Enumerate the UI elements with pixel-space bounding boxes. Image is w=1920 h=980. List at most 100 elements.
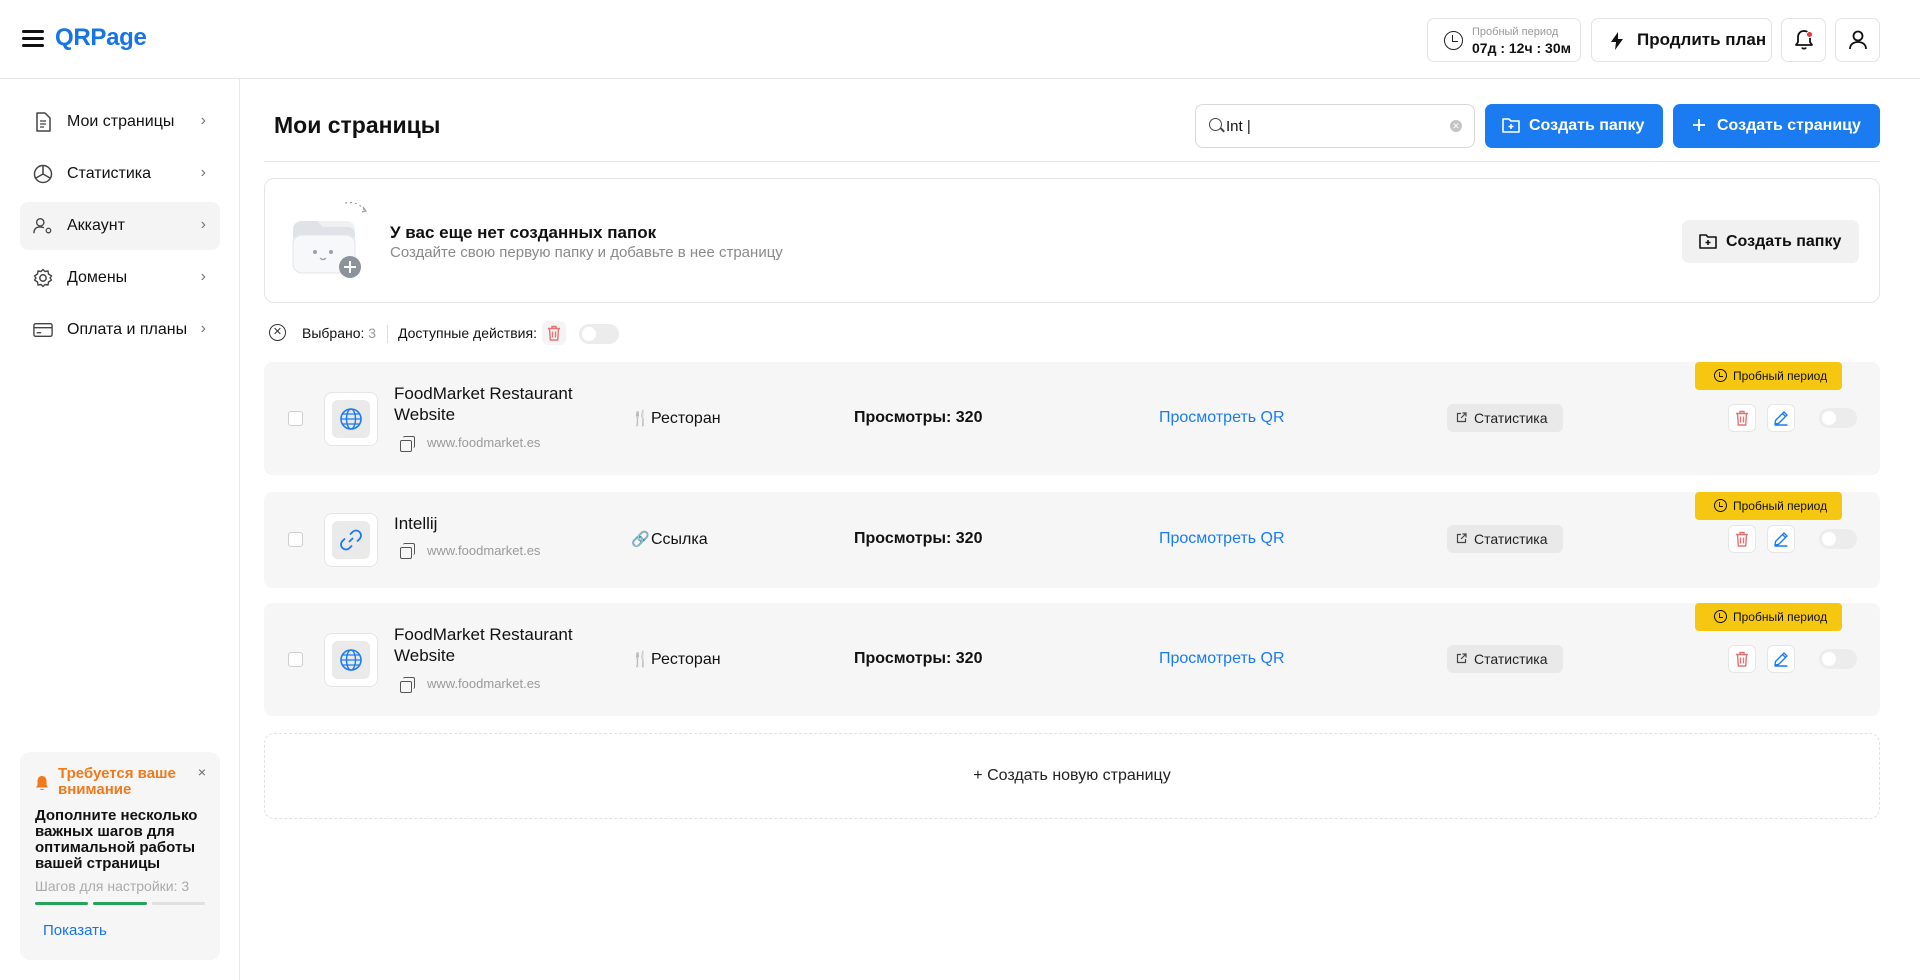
statistics-button[interactable]: Статистика [1447,404,1563,432]
create-page-button[interactable]: Создать страницу [1673,104,1880,148]
copy-icon[interactable] [400,436,415,452]
edit-button[interactable] [1767,404,1795,432]
trial-badge: Пробный период [1695,603,1842,631]
sidebar-item-my-pages[interactable]: Мои страницы › [20,98,220,146]
user-settings-icon [33,216,53,236]
empty-folders-subtitle: Создайте свою первую папку и добавьте в … [390,244,783,261]
timer-icon [1714,499,1727,512]
chevron-right-icon: › [200,164,206,181]
delete-button[interactable] [1728,404,1756,432]
user-icon [1849,30,1867,50]
page-url: www.foodmarket.es [427,543,541,558]
statistics-label: Статистика [1474,651,1548,667]
pencil-icon [1774,652,1788,667]
progress-segment [35,902,89,905]
clear-icon[interactable]: ✕ [1450,120,1462,132]
globe-icon [340,649,362,671]
link-icon: 🔗 [631,531,650,548]
view-qr-link[interactable]: Просмотреть QR [1159,530,1285,548]
statistics-button[interactable]: Статистика [1447,525,1563,553]
chevron-right-icon: › [200,320,206,337]
trial-badge-label: Пробный период [1733,369,1828,383]
row-toggle[interactable] [1819,649,1857,669]
bulk-toggle[interactable] [579,324,619,344]
chevron-right-icon: › [200,112,206,129]
attention-title: Требуется ваше внимание [58,765,176,798]
create-new-page-button[interactable]: + Создать новую страницу [264,733,1880,819]
statistics-label: Статистика [1474,410,1548,426]
gear-icon [33,268,53,288]
row-toggle[interactable] [1819,529,1857,549]
create-page-label: Создать страницу [1717,117,1861,134]
page-url: www.foodmarket.es [427,676,541,691]
row-checkbox[interactable] [288,411,303,426]
logo[interactable]: QRPage [55,24,147,52]
delete-button[interactable] [1728,645,1756,673]
trash-icon [1736,651,1748,667]
copy-icon[interactable] [400,677,415,693]
external-link-icon [1456,533,1467,544]
progress-segment [93,902,147,905]
globe-icon [340,408,362,430]
pencil-icon [1774,411,1788,426]
attention-steps: Шагов для настройки: 3 [35,878,190,894]
delete-button[interactable] [1728,525,1756,553]
sidebar-item-label: Оплата и планы [67,321,188,338]
divider [387,325,388,343]
statistics-button[interactable]: Статистика [1447,645,1563,673]
cutlery-icon: 🍴 [631,651,650,668]
sidebar: Мои страницы › Статистика › Аккаунт › До… [0,79,240,980]
page-name[interactable]: FoodMarket Restaurant Website [394,624,594,666]
copy-icon[interactable] [400,543,415,559]
profile-button[interactable] [1835,18,1880,62]
folder-plus-icon [1699,234,1717,249]
sidebar-item-statistics[interactable]: Статистика › [20,150,220,198]
page-type: 🍴Ресторан [631,410,721,427]
page-row[interactable]: Intellij www.foodmarket.es 🔗Ссылка Просм… [264,492,1880,588]
trial-badge-label: Пробный период [1733,610,1828,624]
chevron-right-icon: › [200,216,206,233]
create-folder-secondary-button[interactable]: Создать папку [1682,220,1859,263]
search-input[interactable] [1226,114,1436,138]
page-type: 🍴Ресторан [631,651,721,668]
menu-icon[interactable] [22,30,44,48]
create-folder-button[interactable]: Создать папку [1485,104,1663,148]
notifications-button[interactable] [1781,18,1826,62]
plus-icon [1693,119,1705,131]
sidebar-item-label: Мои страницы [67,113,175,130]
view-qr-link[interactable]: Просмотреть QR [1159,409,1285,427]
row-checkbox[interactable] [288,652,303,667]
page-name[interactable]: Intellij [394,513,594,534]
edit-button[interactable] [1767,645,1795,673]
sidebar-item-domains[interactable]: Домены › [20,254,220,302]
page-name[interactable]: FoodMarket Restaurant Website [394,383,594,425]
extend-plan-button[interactable]: Продлить план [1591,18,1772,62]
search-field[interactable]: ✕ [1195,104,1475,148]
row-toggle[interactable] [1819,408,1857,428]
trash-icon [1736,531,1748,547]
show-link[interactable]: Показать [43,922,107,939]
page-url: www.foodmarket.es [427,435,541,450]
page-row[interactable]: FoodMarket Restaurant Website www.foodma… [264,362,1880,475]
statistics-label: Статистика [1474,531,1548,547]
sidebar-item-account[interactable]: Аккаунт › [20,202,220,250]
create-folder-label: Создать папку [1529,117,1645,134]
row-checkbox[interactable] [288,532,303,547]
attention-text: Дополните несколько важных шагов для опт… [35,807,198,872]
external-link-icon [1456,653,1467,664]
folder-illustration [292,201,368,278]
create-folder-secondary-label: Создать папку [1726,232,1842,250]
sidebar-item-billing[interactable]: Оплата и планы › [20,306,220,354]
empty-folders-title: У вас еще нет созданных папок [390,223,657,242]
edit-button[interactable] [1767,525,1795,553]
trial-countdown: 07д : 12ч : 30м [1472,40,1571,56]
page-row[interactable]: FoodMarket Restaurant Website www.foodma… [264,603,1880,716]
bulk-delete-button[interactable] [542,321,566,345]
close-icon[interactable]: × [198,764,206,780]
view-qr-link[interactable]: Просмотреть QR [1159,650,1285,668]
clear-selection-icon[interactable]: ✕ [269,324,286,341]
sidebar-item-label: Статистика [67,165,152,182]
empty-folders-card: У вас еще нет созданных папок Создайте с… [264,178,1880,303]
sidebar-item-label: Аккаунт [67,217,125,234]
page-views: Просмотры: 320 [854,530,983,547]
